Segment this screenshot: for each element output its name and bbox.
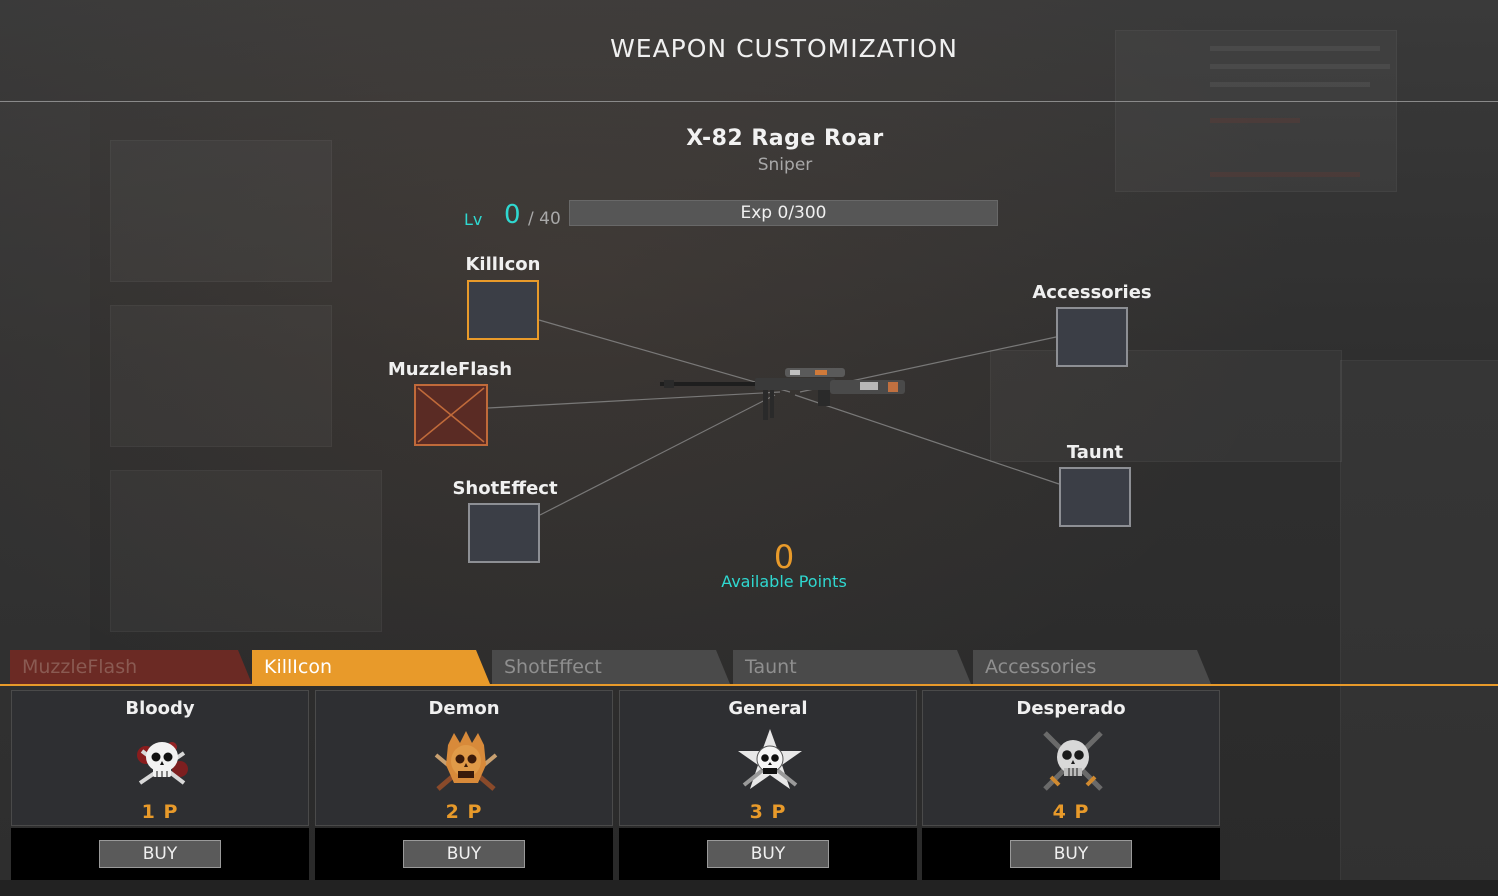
slot-taunt[interactable] xyxy=(1059,467,1131,527)
demon-skull-icon xyxy=(434,731,498,791)
card-name: Desperado xyxy=(1016,698,1126,719)
card-footer: BUY xyxy=(922,828,1220,880)
card-body: General 3 P xyxy=(619,690,917,826)
card-name: Bloody xyxy=(125,698,195,719)
slot-killicon[interactable] xyxy=(467,280,539,340)
bloody-skull-icon xyxy=(137,742,188,785)
bottom-strip xyxy=(0,880,1498,896)
available-points-label: Available Points xyxy=(721,572,847,591)
killicon-card-demon[interactable]: Demon 2 P BUY xyxy=(315,690,613,880)
card-body: Desperado 4 P xyxy=(922,690,1220,826)
slot-label-taunt: Taunt xyxy=(1066,442,1124,463)
tab-accessories[interactable]: Accessories xyxy=(973,650,1211,684)
tab-muzzleflash[interactable]: MuzzleFlash xyxy=(10,650,252,684)
slot-label-accessories: Accessories xyxy=(1032,282,1152,303)
killicon-card-bloody[interactable]: Bloody 1 P BUY xyxy=(11,690,309,880)
card-name: Demon xyxy=(428,698,500,719)
card-footer: BUY xyxy=(619,828,917,880)
buy-button[interactable]: BUY xyxy=(99,840,221,868)
tab-taunt[interactable]: Taunt xyxy=(733,650,971,684)
card-footer: BUY xyxy=(11,828,309,880)
category-tabs: MuzzleFlash KillIcon ShotEffect Taunt Ac… xyxy=(0,650,1498,685)
slot-label-shoteffect: ShotEffect xyxy=(452,478,558,499)
buy-button[interactable]: BUY xyxy=(403,840,525,868)
buy-button[interactable]: BUY xyxy=(1010,840,1132,868)
muzzleflash-empty-icon xyxy=(417,387,485,443)
killicon-card-desperado[interactable]: Desperado 4 P BUY xyxy=(922,690,1220,880)
desperado-skull-icon xyxy=(1043,731,1103,791)
sniper-rifle-icon xyxy=(660,368,905,420)
card-body: Bloody 1 P xyxy=(11,690,309,826)
tab-shoteffect[interactable]: ShotEffect xyxy=(492,650,730,684)
card-body: Demon 2 P xyxy=(315,690,613,826)
card-cost: 4 P xyxy=(1052,801,1090,823)
killicon-card-general[interactable]: General 3 P BUY xyxy=(619,690,917,880)
buy-button[interactable]: BUY xyxy=(707,840,829,868)
slot-shoteffect[interactable] xyxy=(468,503,540,563)
card-footer: BUY xyxy=(315,828,613,880)
general-skull-icon xyxy=(738,729,802,789)
card-cost: 1 P xyxy=(141,801,179,823)
slot-muzzleflash[interactable] xyxy=(414,384,488,446)
card-cost: 2 P xyxy=(445,801,483,823)
slot-label-muzzleflash: MuzzleFlash xyxy=(387,359,513,380)
card-cost: 3 P xyxy=(749,801,787,823)
available-points-value: 0 xyxy=(773,538,795,576)
slot-accessories[interactable] xyxy=(1056,307,1128,367)
card-name: General xyxy=(728,698,808,719)
slot-label-killicon: KillIcon xyxy=(465,254,541,275)
killicon-list: Bloody 1 P BUY Demon 2 P BUY General 3 P… xyxy=(0,686,1498,896)
tab-killicon[interactable]: KillIcon xyxy=(252,650,490,684)
